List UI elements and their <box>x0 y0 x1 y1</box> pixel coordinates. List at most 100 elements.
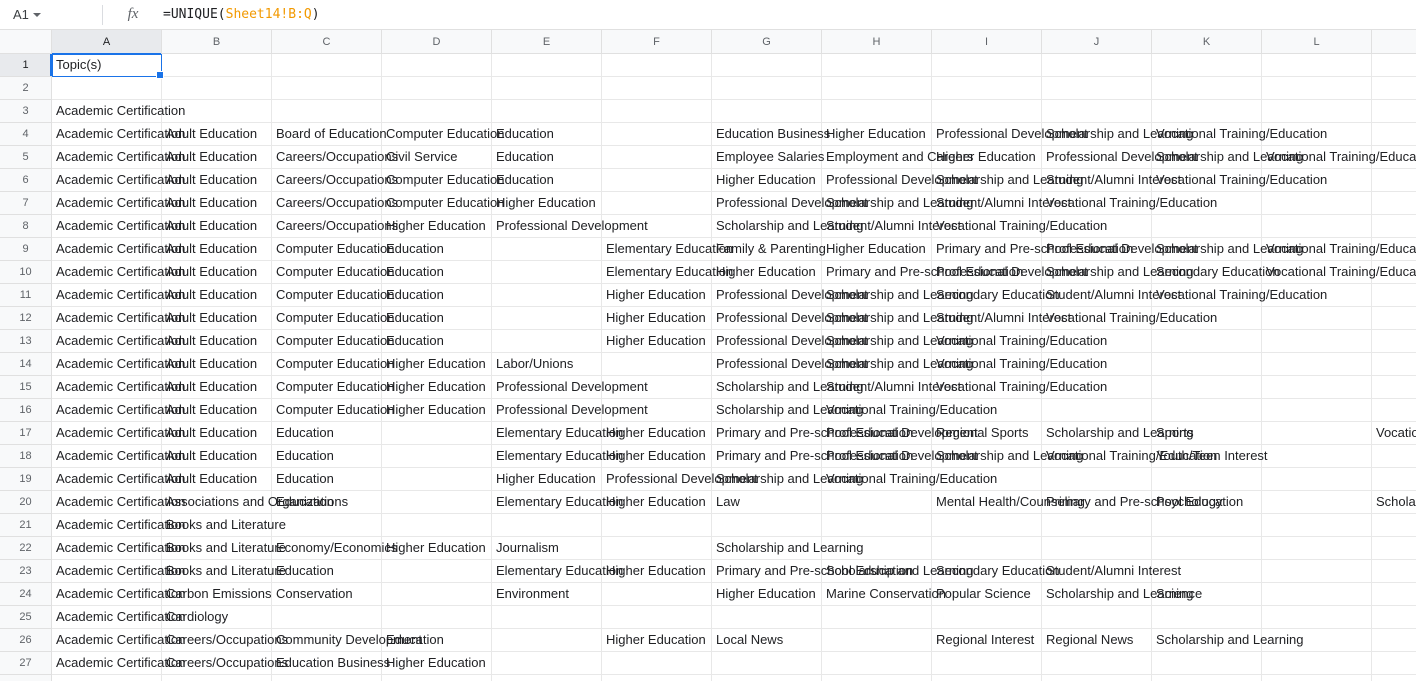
cell-D10[interactable]: Education <box>382 261 492 284</box>
cell-G22[interactable]: Scholarship and Learning <box>712 537 822 560</box>
cell-M1[interactable] <box>1372 54 1416 77</box>
column-header-I[interactable]: I <box>932 30 1042 54</box>
cell-G9[interactable]: Family & Parenting <box>712 238 822 261</box>
cell-J18[interactable]: Vocational Training/Education <box>1042 445 1152 468</box>
cell-B16[interactable]: Adult Education <box>162 399 272 422</box>
cell-G8[interactable]: Scholarship and Learning <box>712 215 822 238</box>
column-header-K[interactable]: K <box>1152 30 1262 54</box>
cell-G2[interactable] <box>712 77 822 100</box>
cell-F6[interactable] <box>602 169 712 192</box>
cell-L12[interactable] <box>1262 307 1372 330</box>
cell-K25[interactable] <box>1152 606 1262 629</box>
cell-G10[interactable]: Higher Education <box>712 261 822 284</box>
formula-input[interactable]: =UNIQUE(Sheet14!B:Q) <box>159 4 1410 26</box>
cell-K10[interactable]: Secondary Education <box>1152 261 1262 284</box>
cell-F14[interactable] <box>602 353 712 376</box>
cell-A15[interactable]: Academic Certification <box>52 376 162 399</box>
cell-C9[interactable]: Computer Education <box>272 238 382 261</box>
cell-L9[interactable]: Vocational Training/Education <box>1262 238 1372 261</box>
cell-A11[interactable]: Academic Certification <box>52 284 162 307</box>
cell-D6[interactable]: Computer Education <box>382 169 492 192</box>
cell-M17[interactable]: Vocational Training/Education <box>1372 422 1416 445</box>
cell-C3[interactable] <box>272 100 382 123</box>
cell-I18[interactable]: Scholarship and Learning <box>932 445 1042 468</box>
cell-M13[interactable] <box>1372 330 1416 353</box>
cell-E6[interactable]: Education <box>492 169 602 192</box>
cell-F25[interactable] <box>602 606 712 629</box>
cell-H18[interactable]: Professional Development <box>822 445 932 468</box>
cell-C24[interactable]: Conservation <box>272 583 382 606</box>
cell-C4[interactable]: Board of Education <box>272 123 382 146</box>
cell-B23[interactable]: Books and Literature <box>162 560 272 583</box>
cell-M3[interactable] <box>1372 100 1416 123</box>
cell-K19[interactable] <box>1152 468 1262 491</box>
row-header-22[interactable]: 22 <box>0 537 51 560</box>
cell-K16[interactable] <box>1152 399 1262 422</box>
cell-J3[interactable] <box>1042 100 1152 123</box>
cell-I21[interactable] <box>932 514 1042 537</box>
cell-H27[interactable] <box>822 652 932 675</box>
cell-B20[interactable]: Associations and Organizations <box>162 491 272 514</box>
column-header-A[interactable]: A <box>52 30 162 54</box>
cell-J16[interactable] <box>1042 399 1152 422</box>
cell-B7[interactable]: Adult Education <box>162 192 272 215</box>
cell-J28[interactable] <box>1042 675 1152 681</box>
cell-H25[interactable] <box>822 606 932 629</box>
cell-I9[interactable]: Primary and Pre-school Education <box>932 238 1042 261</box>
cell-A14[interactable]: Academic Certification <box>52 353 162 376</box>
cell-I26[interactable]: Regional Interest <box>932 629 1042 652</box>
cell-C12[interactable]: Computer Education <box>272 307 382 330</box>
cell-J20[interactable]: Primary and Pre-school Education <box>1042 491 1152 514</box>
cell-C25[interactable] <box>272 606 382 629</box>
cell-I8[interactable]: Vocational Training/Education <box>932 215 1042 238</box>
cell-H9[interactable]: Higher Education <box>822 238 932 261</box>
cell-H2[interactable] <box>822 77 932 100</box>
cell-E16[interactable]: Professional Development <box>492 399 602 422</box>
cell-M6[interactable] <box>1372 169 1416 192</box>
cell-L18[interactable] <box>1262 445 1372 468</box>
cell-C8[interactable]: Careers/Occupations <box>272 215 382 238</box>
cell-K5[interactable]: Scholarship and Learning <box>1152 146 1262 169</box>
column-header-M[interactable]: M <box>1372 30 1416 54</box>
row-header-28[interactable]: 28 <box>0 675 51 681</box>
cell-K26[interactable]: Scholarship and Learning <box>1152 629 1262 652</box>
cell-C28[interactable] <box>272 675 382 681</box>
cell-E18[interactable]: Elementary Education <box>492 445 602 468</box>
cell-E1[interactable] <box>492 54 602 77</box>
cell-M14[interactable] <box>1372 353 1416 376</box>
row-header-19[interactable]: 19 <box>0 468 51 491</box>
cell-G18[interactable]: Primary and Pre-school Education <box>712 445 822 468</box>
cell-I22[interactable] <box>932 537 1042 560</box>
cell-G17[interactable]: Primary and Pre-school Education <box>712 422 822 445</box>
cell-H8[interactable]: Student/Alumni Interest <box>822 215 932 238</box>
select-all-corner[interactable] <box>0 30 52 54</box>
cell-A7[interactable]: Academic Certification <box>52 192 162 215</box>
cell-A13[interactable]: Academic Certification <box>52 330 162 353</box>
cell-J6[interactable]: Student/Alumni Interest <box>1042 169 1152 192</box>
cell-E4[interactable]: Education <box>492 123 602 146</box>
cell-D14[interactable]: Higher Education <box>382 353 492 376</box>
cell-M11[interactable] <box>1372 284 1416 307</box>
column-header-C[interactable]: C <box>272 30 382 54</box>
cell-A1[interactable]: Topic(s) <box>52 54 162 77</box>
row-header-20[interactable]: 20 <box>0 491 51 514</box>
cell-J9[interactable]: Professional Development <box>1042 238 1152 261</box>
cell-G4[interactable]: Education Business <box>712 123 822 146</box>
cell-E2[interactable] <box>492 77 602 100</box>
cell-G15[interactable]: Scholarship and Learning <box>712 376 822 399</box>
cell-F20[interactable]: Higher Education <box>602 491 712 514</box>
cell-B13[interactable]: Adult Education <box>162 330 272 353</box>
cell-C20[interactable]: Education <box>272 491 382 514</box>
cell-H20[interactable] <box>822 491 932 514</box>
cell-E25[interactable] <box>492 606 602 629</box>
cell-B2[interactable] <box>162 77 272 100</box>
row-header-4[interactable]: 4 <box>0 123 51 146</box>
cell-A28[interactable] <box>52 675 162 681</box>
cell-D26[interactable]: Education <box>382 629 492 652</box>
cell-I7[interactable]: Student/Alumni Interest <box>932 192 1042 215</box>
cell-C7[interactable]: Careers/Occupations <box>272 192 382 215</box>
cell-J2[interactable] <box>1042 77 1152 100</box>
cell-L10[interactable]: Vocational Training/Education <box>1262 261 1372 284</box>
cell-D25[interactable] <box>382 606 492 629</box>
cell-F19[interactable]: Professional Development <box>602 468 712 491</box>
